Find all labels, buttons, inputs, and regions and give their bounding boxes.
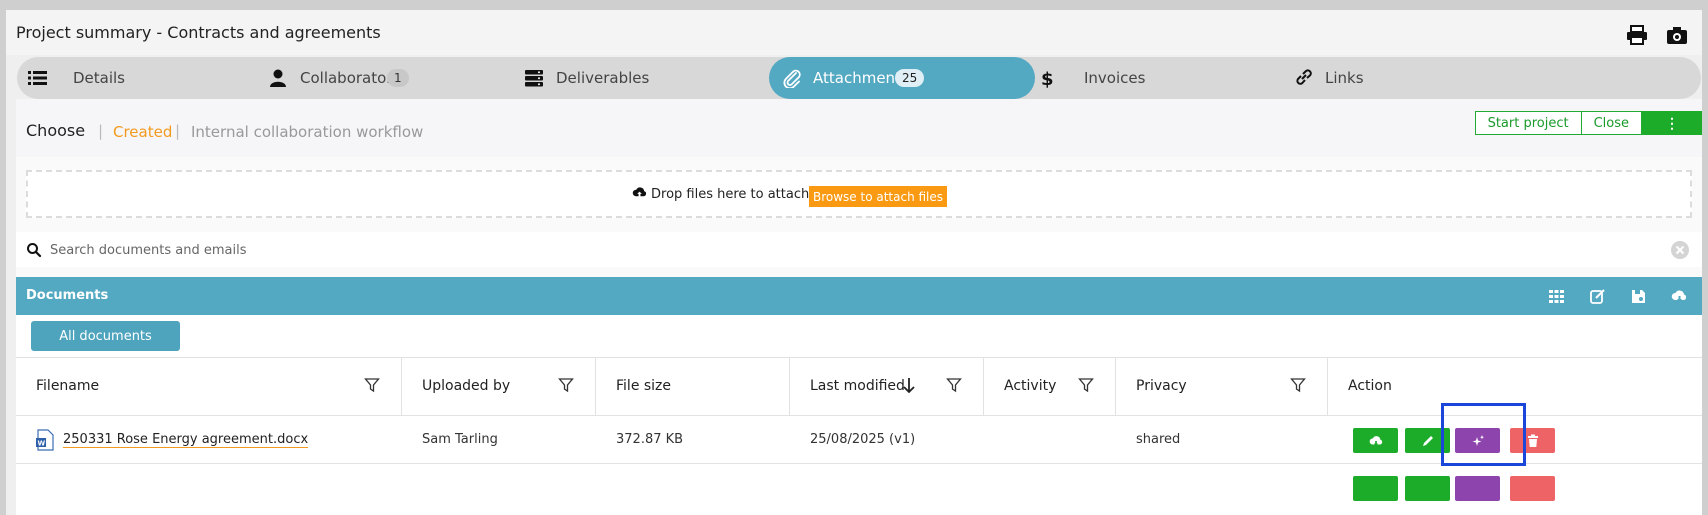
tab-deliverables[interactable]: Deliverables bbox=[513, 57, 769, 99]
filter-icon[interactable] bbox=[558, 377, 574, 393]
choose-label: Choose bbox=[26, 121, 86, 140]
status-workflow[interactable]: Internal collaboration workflow bbox=[191, 123, 423, 141]
download-button[interactable] bbox=[1353, 476, 1398, 501]
cloud-upload-icon bbox=[632, 186, 647, 203]
svg-text:W: W bbox=[38, 440, 46, 448]
tab-collaborators[interactable]: Collaborators 1 bbox=[257, 57, 513, 99]
filter-icon[interactable] bbox=[1078, 377, 1094, 393]
tab-attachments[interactable]: Attachments 25 bbox=[769, 57, 1035, 99]
section-tabs: Details Collaborators 1 Deliverables Att… bbox=[17, 57, 1701, 99]
tab-label: Links bbox=[1325, 69, 1364, 87]
tab-details[interactable]: Details bbox=[17, 57, 257, 99]
tab-label: Invoices bbox=[1084, 69, 1146, 87]
last-modified-cell: 25/08/2025 (v1) bbox=[810, 432, 916, 447]
svg-text:$: $ bbox=[1041, 69, 1054, 88]
project-summary-window: Project summary - Contracts and agreemen… bbox=[6, 10, 1702, 515]
tab-links[interactable]: Links bbox=[1281, 57, 1701, 99]
tab-label: Collaborators bbox=[300, 69, 401, 87]
filter-icon[interactable] bbox=[364, 377, 380, 393]
column-header-activity[interactable]: Activity bbox=[984, 358, 1116, 415]
column-header-filename[interactable]: Filename bbox=[16, 358, 402, 415]
all-documents-button[interactable]: All documents bbox=[31, 321, 180, 351]
file-dropzone[interactable]: Drop files here to attach, or Browse to … bbox=[26, 170, 1692, 218]
cloud-download-icon bbox=[1369, 435, 1382, 446]
tab-label: Deliverables bbox=[556, 69, 650, 87]
word-file-icon: W bbox=[36, 429, 54, 451]
grid-view-icon[interactable] bbox=[1548, 288, 1565, 305]
search-input[interactable] bbox=[50, 238, 1550, 262]
document-filter-row: All documents bbox=[16, 315, 1702, 357]
list-icon bbox=[27, 68, 49, 88]
file-size-cell: 372.87 KB bbox=[616, 432, 684, 447]
filename-link[interactable]: 250331 Rose Energy agreement.docx bbox=[63, 432, 309, 448]
column-header-last-modified[interactable]: Last modified bbox=[790, 358, 984, 415]
pencil-icon bbox=[1422, 435, 1433, 446]
cloud-download-icon[interactable] bbox=[1671, 288, 1688, 305]
user-icon bbox=[267, 68, 289, 88]
collaborators-count-badge: 1 bbox=[387, 69, 409, 87]
start-project-button[interactable]: Start project bbox=[1474, 111, 1582, 135]
print-icon[interactable] bbox=[1626, 25, 1648, 45]
documents-header: Documents bbox=[16, 277, 1702, 315]
save-share-icon[interactable] bbox=[1630, 288, 1647, 305]
attachments-count-badge: 25 bbox=[895, 69, 925, 87]
documents-table: Filename Uploaded by File size Last modi… bbox=[16, 357, 1702, 515]
paperclip-icon bbox=[781, 68, 803, 90]
trash-icon bbox=[1527, 434, 1538, 447]
project-actions: Start project Close ⋮ bbox=[1474, 111, 1702, 135]
document-search-bar bbox=[16, 232, 1702, 267]
uploaded-by-cell: Sam Tarling bbox=[422, 432, 498, 447]
ai-assist-button[interactable] bbox=[1455, 476, 1500, 501]
clear-search-icon[interactable] bbox=[1670, 240, 1690, 260]
tab-label: Details bbox=[73, 69, 126, 87]
dropzone-message: Drop files here to attach, or bbox=[632, 186, 831, 203]
tab-invoices[interactable]: $ Invoices bbox=[1025, 57, 1285, 99]
filter-icon[interactable] bbox=[1290, 377, 1306, 393]
column-header-privacy[interactable]: Privacy bbox=[1116, 358, 1328, 415]
filter-icon[interactable] bbox=[946, 377, 962, 393]
attachments-panel: Choose | Created | Internal collaboratio… bbox=[16, 99, 1702, 515]
highlight-box bbox=[1441, 403, 1526, 466]
table-row[interactable] bbox=[16, 463, 1702, 511]
edit-button[interactable] bbox=[1405, 476, 1450, 501]
documents-title: Documents bbox=[26, 288, 109, 303]
close-button[interactable]: Close bbox=[1581, 111, 1642, 135]
window-title: Project summary - Contracts and agreemen… bbox=[16, 23, 381, 42]
column-header-file-size[interactable]: File size bbox=[596, 358, 790, 415]
workflow-status-row: Choose | Created | Internal collaboratio… bbox=[16, 99, 1702, 157]
search-icon bbox=[26, 242, 42, 258]
status-created[interactable]: Created bbox=[113, 123, 172, 141]
delete-button[interactable] bbox=[1510, 476, 1555, 501]
privacy-cell: shared bbox=[1136, 432, 1181, 447]
column-header-uploaded-by[interactable]: Uploaded by bbox=[402, 358, 596, 415]
sort-descending-icon[interactable] bbox=[902, 376, 916, 394]
camera-icon[interactable] bbox=[1666, 25, 1688, 45]
dollar-icon: $ bbox=[1037, 68, 1059, 90]
link-icon bbox=[1293, 68, 1315, 88]
separator: | bbox=[98, 122, 104, 140]
browse-files-button[interactable]: Browse to attach files bbox=[809, 186, 947, 207]
download-button[interactable] bbox=[1353, 428, 1398, 453]
separator: | bbox=[175, 122, 181, 140]
more-options-button[interactable]: ⋮ bbox=[1642, 111, 1702, 135]
edit-note-icon[interactable] bbox=[1589, 288, 1606, 305]
dropzone-text: Drop files here to attach, or bbox=[651, 187, 831, 202]
server-icon bbox=[523, 68, 545, 88]
title-bar: Project summary - Contracts and agreemen… bbox=[6, 10, 1702, 55]
